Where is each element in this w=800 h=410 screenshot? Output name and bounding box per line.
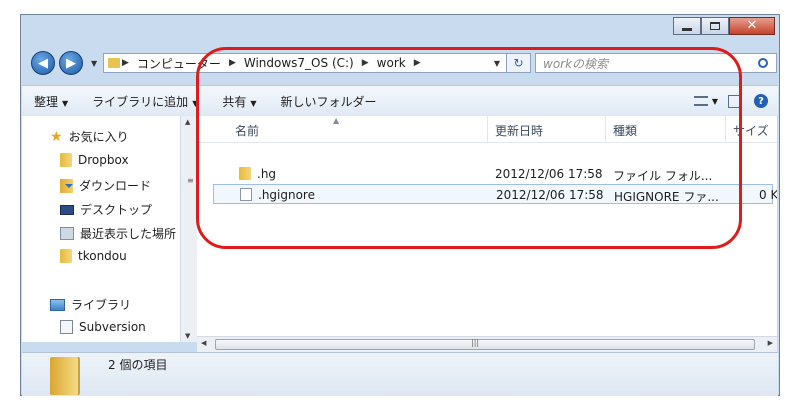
folder-icon	[108, 58, 120, 68]
scroll-thumb[interactable]	[215, 339, 755, 350]
nav-item-label: ダウンロード	[79, 179, 152, 193]
scroll-grip-icon[interactable]: ≡	[187, 176, 194, 185]
scroll-grip-icon[interactable]: |||	[471, 338, 479, 347]
download-folder-icon	[60, 178, 73, 193]
scroll-right-icon[interactable]: ▶	[768, 339, 773, 347]
nav-item-label: Subversion	[79, 320, 146, 334]
back-button[interactable]: ◀	[31, 51, 55, 75]
window-controls: ✕	[673, 17, 775, 35]
navigation-pane: ★ お気に入り Dropbox ダウンロード デスクトップ 最近表示した場所 t…	[22, 116, 180, 342]
scroll-down-icon[interactable]: ▼	[185, 332, 190, 340]
scroll-up-icon[interactable]: ▲	[185, 118, 190, 126]
nav-item-tkondou[interactable]: tkondou	[60, 249, 127, 263]
nav-libraries[interactable]: ライブラリ	[50, 296, 131, 313]
details-pane: 2 個の項目	[22, 352, 778, 396]
item-count: 2 個の項目	[108, 358, 168, 372]
recent-pages-dropdown[interactable]: ▼	[91, 59, 97, 68]
nav-item-label: tkondou	[78, 249, 127, 263]
nav-item-downloads[interactable]: ダウンロード	[60, 177, 151, 194]
breadcrumb-separator-icon[interactable]: ▶	[120, 58, 131, 68]
recent-places-icon	[60, 227, 74, 240]
nav-item-subversion[interactable]: Subversion	[60, 320, 146, 334]
horizontal-scrollbar[interactable]: ◀ ||| ▶	[197, 336, 777, 353]
large-folder-icon	[50, 357, 80, 395]
file-size: 0 KB	[759, 188, 777, 202]
add-to-library-button[interactable]: ライブラリに追加 ▼	[80, 93, 210, 110]
scroll-left-icon[interactable]: ◀	[201, 339, 206, 347]
folder-icon	[60, 249, 72, 263]
add-to-library-label: ライブラリに追加	[92, 94, 189, 109]
forward-button[interactable]: ▶	[59, 51, 83, 75]
organize-label: 整理	[34, 94, 59, 109]
help-icon[interactable]: ?	[754, 94, 768, 108]
document-library-icon	[60, 320, 73, 334]
chevron-down-icon: ▼	[62, 98, 69, 108]
nav-favorites-label: お気に入り	[68, 130, 129, 144]
maximize-icon	[710, 22, 720, 30]
nav-libraries-label: ライブラリ	[71, 298, 132, 312]
nav-vertical-scrollbar[interactable]: ▲ ≡ ▼	[180, 116, 197, 342]
minimize-icon	[682, 27, 692, 31]
organize-button[interactable]: 整理 ▼	[22, 93, 80, 110]
nav-item-recent-places[interactable]: 最近表示した場所	[60, 225, 176, 242]
nav-item-dropbox[interactable]: Dropbox	[60, 153, 129, 167]
minimize-button[interactable]	[673, 17, 701, 35]
nav-favorites[interactable]: ★ お気に入り	[50, 128, 129, 145]
star-icon: ★	[50, 128, 63, 145]
nav-item-label: Dropbox	[78, 153, 129, 167]
back-arrow-icon: ◀	[38, 55, 48, 71]
nav-item-desktop[interactable]: デスクトップ	[60, 201, 152, 218]
close-button[interactable]: ✕	[729, 17, 775, 35]
close-icon: ✕	[746, 18, 758, 33]
nav-item-label: デスクトップ	[80, 203, 153, 217]
folder-icon	[60, 153, 72, 167]
highlight-annotation	[196, 47, 742, 249]
forward-arrow-icon: ▶	[66, 55, 76, 71]
desktop-icon	[60, 204, 74, 215]
maximize-button[interactable]	[701, 17, 729, 35]
library-icon	[50, 298, 65, 311]
explorer-window: ✕ ◀ ▶ ▼ ▶ コンピューター ▶ Windows7_OS (C:) ▶ w…	[20, 14, 780, 396]
search-icon[interactable]	[758, 58, 768, 68]
nav-item-label: 最近表示した場所	[80, 227, 177, 241]
